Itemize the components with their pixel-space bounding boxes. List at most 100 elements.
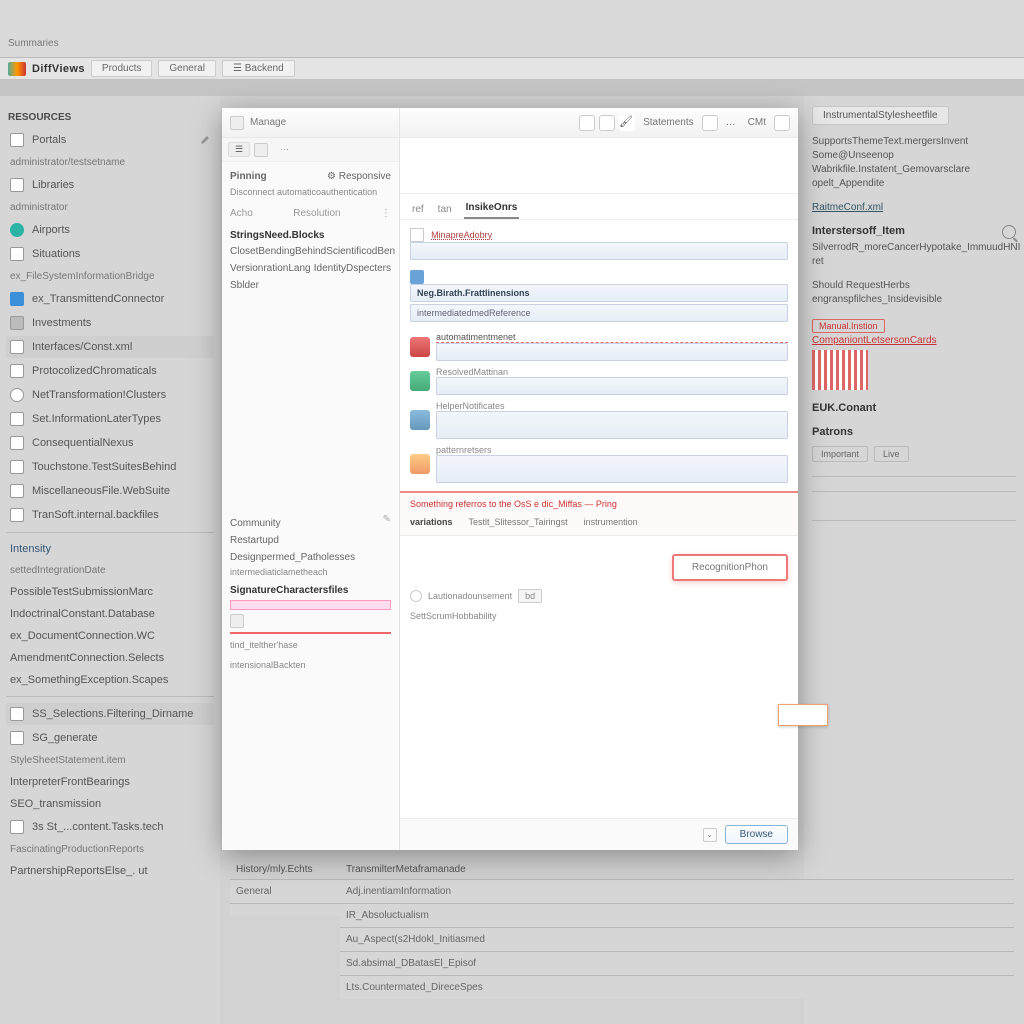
sidebar-item-portals[interactable]: Portals: [6, 129, 214, 151]
list-item[interactable]: patternretsers: [410, 445, 788, 483]
sidebar-item[interactable]: 3s St_...content.Tasks.tech: [6, 816, 214, 838]
sidebar-item[interactable]: IndoctrinalConstant.Database: [6, 604, 214, 624]
item-input[interactable]: [436, 343, 788, 361]
sidebar-item-connector[interactable]: ex_TransmittendConnector: [6, 288, 214, 310]
tool-icon[interactable]: [702, 115, 718, 131]
info-chip[interactable]: InstrumentalStylesheetfile: [812, 106, 949, 125]
cell: ClosetBendingBehind: [230, 246, 326, 257]
modal-chip[interactable]: ☰: [228, 142, 250, 157]
modal-tab[interactable]: tan: [436, 200, 454, 219]
breadcrumb[interactable]: Summaries: [8, 38, 59, 49]
modal-toolbar: 🖌 Statements … CMt: [400, 108, 798, 138]
item-input[interactable]: [436, 455, 788, 483]
sidebar-item[interactable]: Touchstone.TestSuitesBehind: [6, 456, 214, 478]
modal-side-tab[interactable]: Pinning: [230, 171, 267, 182]
tab-backend[interactable]: ☰ Backend: [222, 60, 295, 77]
tag[interactable]: Important: [812, 446, 868, 462]
modal-tab-active[interactable]: InsikeOnrs: [464, 198, 520, 219]
sidebar-item[interactable]: PossibleTestSubmissionMarc: [6, 582, 214, 602]
sidebar-item[interactable]: InterpreterFrontBearings: [6, 772, 214, 792]
sidebar-item[interactable]: SG_generate: [6, 727, 214, 749]
list-item[interactable]: automatimentmenet: [410, 332, 788, 361]
sidebar-item[interactable]: PartnershipReportsElse_. ut: [6, 861, 214, 881]
modal-side-link[interactable]: Designpermed_Patholesses: [230, 552, 391, 563]
brush-icon[interactable]: 🖌: [619, 115, 635, 131]
sidebar-item[interactable]: ex_SomethingException.Scapes: [6, 670, 214, 690]
toolbar-label[interactable]: CMt: [744, 117, 770, 128]
cell: Sblder: [230, 280, 259, 291]
info-link[interactable]: RaitmeConf.xml: [812, 202, 883, 213]
edit-icon[interactable]: ✎: [383, 514, 391, 525]
tab-general[interactable]: General: [158, 60, 216, 77]
modal-side-link[interactable]: Community: [230, 518, 391, 529]
radio-icon[interactable]: [410, 590, 422, 602]
sidebar-item[interactable]: SS_Selections.Filtering_Dirname: [6, 703, 214, 725]
item-title: automatimentmenet: [436, 332, 788, 343]
sidebar-item[interactable]: NetTransformation!Clusters: [6, 384, 214, 406]
mini-chip[interactable]: bd: [518, 589, 542, 603]
sidebar-sub[interactable]: ex_FileSystemInformationBridge: [6, 267, 214, 286]
sidebar-sub[interactable]: administrator/testsetname: [6, 153, 214, 172]
alert-tab[interactable]: instrumention: [584, 515, 638, 529]
document-icon: [230, 116, 244, 130]
sidebar-link-intensity[interactable]: Intensity: [6, 539, 214, 559]
table-row[interactable]: Sd.absimal_DBatasEl_Episof: [340, 951, 1014, 975]
item-input[interactable]: [436, 411, 788, 439]
table-row[interactable]: Lts.Countermated_DireceSpes: [340, 975, 1014, 999]
table-row[interactable]: Au_Aspect(s2Hdokl_Initiasmed: [340, 927, 1014, 951]
table-row[interactable]: IR_Absoluctualism: [340, 903, 1014, 927]
alert-tab[interactable]: Testlt_Slitessor_Tairingst: [469, 515, 568, 529]
modal-side-row[interactable]: VersionrationLangIdentityDspecters: [230, 260, 391, 277]
list-item[interactable]: ResolvedMattinan: [410, 367, 788, 395]
primary-button[interactable]: Browse: [725, 825, 788, 844]
modal-tab[interactable]: ref: [410, 200, 426, 219]
sidebar-item[interactable]: Set.InformationLaterTypes: [6, 408, 214, 430]
sidebar-item-interfaces[interactable]: Interfaces/Const.xml: [6, 336, 214, 358]
dropdown-toggle[interactable]: ⌄: [703, 828, 717, 842]
modal-side-link[interactable]: SignatureCharactersfiles: [230, 585, 391, 596]
error-link[interactable]: CompaniontLetsersonCards: [812, 335, 1016, 346]
modal-side-link[interactable]: Restartupd: [230, 535, 391, 546]
sidebar-item[interactable]: MiscellaneousFile.WebSuite: [6, 480, 214, 502]
toolbar-label[interactable]: Statements: [639, 117, 698, 128]
sidebar-item-libraries[interactable]: Libraries: [6, 174, 214, 196]
text-input[interactable]: [410, 242, 788, 260]
modal-side-subtab[interactable]: Responsive: [339, 171, 391, 182]
sidebar-sub[interactable]: FascinatingProductionReports: [6, 840, 214, 859]
tool-icon[interactable]: [599, 115, 615, 131]
sidebar-item-label: Investments: [32, 317, 91, 329]
text-input[interactable]: [410, 284, 788, 302]
alert-tab[interactable]: variations: [410, 515, 453, 529]
cta-button[interactable]: RecognitionPhon: [672, 554, 788, 581]
sidebar-item-airports[interactable]: Airports: [6, 219, 214, 241]
sidebar-item[interactable]: ProtocolizedChromaticals: [6, 360, 214, 382]
tool-icon[interactable]: [579, 115, 595, 131]
text-input[interactable]: [410, 304, 788, 322]
sidebar-sub[interactable]: administrator: [6, 198, 214, 217]
sidebar-item[interactable]: ConsequentialNexus: [6, 432, 214, 454]
search-icon[interactable]: [1002, 225, 1016, 239]
tab-products[interactable]: Products: [91, 60, 152, 77]
sidebar-item[interactable]: TranSoft.internal.backfiles: [6, 504, 214, 526]
sidebar-item[interactable]: SEO_transmission: [6, 794, 214, 814]
item-input[interactable]: [436, 377, 788, 395]
sidebar-sub[interactable]: settedIntegrationDate: [6, 561, 214, 580]
floating-thumbnail[interactable]: [778, 704, 828, 726]
sidebar-sub[interactable]: StyleSheetStatement.item: [6, 751, 214, 770]
sidebar-item[interactable]: AmendmentConnection.Selects: [6, 648, 214, 668]
error-badge[interactable]: Manual.Instion: [812, 319, 885, 333]
sidebar-item-investments[interactable]: Investments: [6, 312, 214, 334]
tab-backend-label: Backend: [245, 63, 284, 74]
modal-side-row[interactable]: ClosetBendingBehindScientificodBen: [230, 243, 391, 260]
attachment-icon: [410, 454, 430, 474]
tag[interactable]: Live: [874, 446, 909, 462]
sidebar-item[interactable]: ex_DocumentConnection.WC: [6, 626, 214, 646]
page-icon[interactable]: [254, 143, 268, 157]
more-icon[interactable]: ⋮: [381, 208, 391, 219]
sidebar-item-situations[interactable]: Situations: [6, 243, 214, 265]
modal-side-row[interactable]: Sblder: [230, 277, 391, 294]
tool-icon[interactable]: [774, 115, 790, 131]
table-row[interactable]: Adj.inentiamInformation: [340, 879, 1014, 903]
edit-icon[interactable]: [200, 135, 210, 145]
list-item[interactable]: HelperNotificates: [410, 401, 788, 439]
